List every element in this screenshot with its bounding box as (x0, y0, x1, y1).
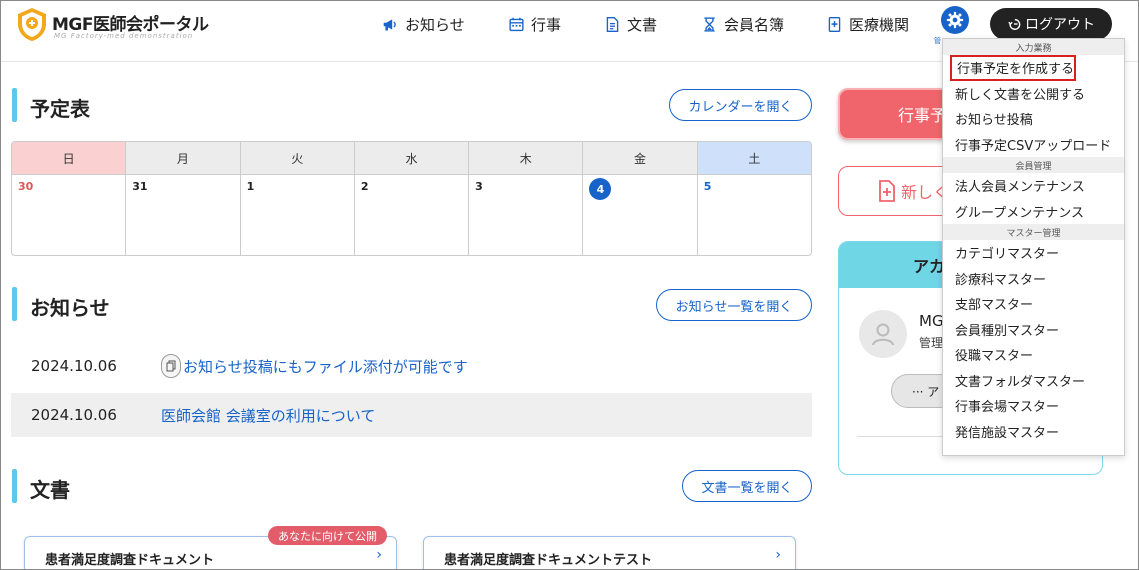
news-link[interactable]: お知らせ投稿にもファイル添付が可能です (161, 354, 468, 378)
news-row[interactable]: 2024.10.06 お知らせ投稿にもファイル添付が可能です (11, 344, 812, 388)
menu-item-category-master[interactable]: カテゴリマスター (943, 240, 1124, 266)
day-number: 5 (703, 180, 712, 193)
menu-item-groups[interactable]: グループメンテナンス (943, 199, 1124, 225)
menu-item-create-event[interactable]: 行事予定を作成する (950, 55, 1076, 81)
calendar-icon (509, 17, 524, 31)
open-news-list-button[interactable]: お知らせ一覧を開く (656, 289, 812, 321)
gear-icon (946, 11, 964, 29)
menu-item-venue-master[interactable]: 行事会場マスター (943, 393, 1124, 419)
weekday-sat: 土 (697, 142, 811, 174)
calendar-weekday-row: 日 月 火 水 木 金 土 (12, 142, 811, 175)
logout-label: ログアウト (1025, 17, 1095, 33)
menu-item-event-csv-upload[interactable]: 行事予定CSVアップロード (943, 132, 1124, 158)
day-number: 3 (475, 180, 483, 193)
nav-medical[interactable]: 医療機関 (826, 12, 909, 36)
account-role: 管理 (919, 336, 944, 350)
nav-documents[interactable]: 文書 (604, 12, 657, 36)
logo-subtitle: MG Factory-med demonstration (54, 32, 194, 40)
calendar-day-cell[interactable]: 5 (698, 175, 811, 255)
nav-events-label: 行事 (531, 15, 562, 34)
admin-settings-button[interactable] (941, 6, 969, 34)
menu-item-sender-facility-master[interactable]: 発信施設マスター (943, 419, 1124, 445)
document-card-title: 患者満足度調査ドキュメント (45, 553, 215, 568)
news-row[interactable]: 2024.10.06 医師会館 会議室の利用について (11, 393, 812, 437)
section-bar (12, 88, 17, 122)
calendar-date-row: 30 31 1 2 3 4 5 (12, 175, 811, 255)
section-bar (12, 287, 17, 321)
calendar-day-cell[interactable]: 1 (241, 175, 355, 255)
megaphone-icon (383, 18, 396, 30)
news-title: お知らせ (30, 296, 110, 320)
public-for-you-badge: あなたに向けて公開 (268, 526, 387, 545)
calendar-day-cell[interactable]: 30 (12, 175, 127, 255)
chevron-right-icon: › (376, 547, 382, 563)
admin-dropdown-menu: 入力業務 行事予定を作成する 新しく文書を公開する お知らせ投稿 行事予定CSV… (942, 38, 1125, 456)
weekday-wed: 水 (354, 142, 470, 174)
nav-roster[interactable]: 会員名簿 (701, 12, 784, 36)
menu-group-input: 入力業務 (943, 39, 1124, 55)
weekday-fri: 金 (583, 142, 698, 174)
weekday-sun: 日 (12, 142, 127, 174)
weekday-thu: 木 (469, 142, 584, 174)
menu-item-branch-master[interactable]: 支部マスター (943, 291, 1124, 317)
menu-item-publish-document[interactable]: 新しく文書を公開する (943, 81, 1124, 107)
menu-item-position-master[interactable]: 役職マスター (943, 342, 1124, 368)
documents-title: 文書 (30, 478, 70, 502)
document-plus-icon (879, 180, 895, 202)
news-title-text: お知らせ投稿にもファイル添付が可能です (183, 357, 468, 376)
calendar-day-cell-today[interactable]: 4 (583, 175, 698, 255)
nav-roster-label: 会員名簿 (724, 15, 785, 34)
menu-group-members: 会員管理 (943, 157, 1124, 173)
day-number: 1 (246, 180, 255, 193)
logo-shield-icon (18, 8, 46, 41)
section-bar (12, 469, 17, 503)
logo[interactable]: MGF医師会ポータル MG Factory-med demonstration (14, 6, 234, 44)
nav-news-label: お知らせ (405, 15, 465, 34)
nav-medical-label: 医療機関 (849, 15, 910, 34)
document-icon (606, 16, 619, 32)
news-date: 2024.10.06 (31, 406, 117, 424)
menu-item-post-news[interactable]: お知らせ投稿 (943, 106, 1124, 132)
calendar-day-cell[interactable]: 2 (355, 175, 470, 255)
week-calendar: 日 月 火 水 木 金 土 30 31 1 2 3 4 5 (11, 141, 812, 256)
open-documents-list-button[interactable]: 文書一覧を開く (682, 470, 812, 502)
news-link[interactable]: 医師会館 会議室の利用について (161, 405, 375, 426)
attachment-icon (161, 354, 181, 378)
logout-button[interactable]: ログアウト (990, 8, 1112, 40)
account-name: MG (919, 312, 944, 330)
day-number: 31 (132, 180, 148, 193)
day-number: 2 (360, 180, 369, 193)
document-card[interactable]: 患者満足度調査ドキュメントテスト › (423, 536, 796, 570)
user-icon (872, 323, 894, 346)
nav-news[interactable]: お知らせ (382, 12, 465, 36)
schedule-title: 予定表 (30, 97, 90, 121)
menu-item-doc-folder-master[interactable]: 文書フォルダマスター (943, 368, 1124, 394)
avatar (859, 310, 907, 358)
open-calendar-button[interactable]: カレンダーを開く (669, 89, 812, 121)
menu-group-masters: マスター管理 (943, 224, 1124, 240)
today-marker: 4 (589, 178, 612, 200)
news-date: 2024.10.06 (31, 357, 117, 375)
menu-item-corporate-members[interactable]: 法人会員メンテナンス (943, 173, 1124, 199)
calendar-day-cell[interactable]: 3 (469, 175, 584, 255)
hospital-icon (828, 16, 841, 32)
weekday-mon: 月 (126, 142, 241, 174)
day-number: 30 (18, 180, 34, 193)
logout-icon (1008, 18, 1021, 30)
nav-events[interactable]: 行事 (508, 12, 561, 36)
admin-caption: 管 (934, 37, 941, 45)
hourglass-icon (704, 16, 715, 32)
weekday-tue: 火 (240, 142, 355, 174)
nav-documents-label: 文書 (627, 15, 658, 34)
document-card-title: 患者満足度調査ドキュメントテスト (444, 553, 653, 568)
calendar-day-cell[interactable]: 31 (126, 175, 241, 255)
menu-item-member-type-master[interactable]: 会員種別マスター (943, 317, 1124, 343)
chevron-right-icon: › (775, 547, 781, 563)
menu-item-department-master[interactable]: 診療科マスター (943, 266, 1124, 292)
